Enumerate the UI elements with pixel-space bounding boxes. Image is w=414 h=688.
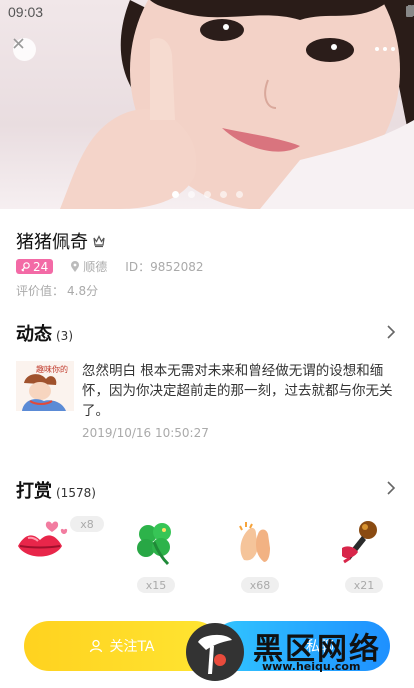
moments-header[interactable]: 动态 (3)	[16, 320, 73, 346]
gift-count: x21	[345, 577, 383, 593]
more-dot	[383, 47, 387, 51]
gift-count: x8	[70, 516, 104, 532]
carousel-dot-2[interactable]	[187, 191, 195, 198]
score-value: 4.8分	[67, 284, 99, 298]
more-options-button[interactable]	[372, 40, 398, 58]
moment-time: 2019/10/16 10:50:27	[82, 426, 209, 440]
carousel-dot-3[interactable]	[203, 191, 211, 198]
moment-thumb-caption: 趣味你的	[36, 364, 68, 374]
location: 顺德	[71, 258, 107, 275]
close-button[interactable]	[13, 38, 36, 61]
profile-photo-carousel[interactable]: 09:03	[0, 0, 414, 209]
microphone-icon	[342, 521, 377, 564]
moment-text[interactable]: 忽然明白 根本无需对未来和曾经做无谓的设想和缅怀，因为你决定超前走的那一刻，过去…	[82, 361, 400, 421]
score-label: 评价值：	[16, 284, 65, 298]
chevron-right-icon[interactable]	[386, 325, 396, 339]
carousel-dot-4[interactable]	[219, 191, 227, 198]
gift-clover[interactable]	[128, 518, 188, 568]
location-pin-icon	[71, 261, 80, 272]
moments-count: (3)	[56, 329, 73, 343]
female-icon	[21, 261, 30, 271]
status-bar-time: 09:03	[8, 4, 44, 20]
profile-name: 猪猪佩奇	[16, 232, 88, 253]
gift-clapping-hands[interactable]	[230, 518, 290, 568]
moments-title: 动态	[16, 324, 52, 345]
crown-icon	[93, 235, 105, 248]
user-id-value: 9852082	[150, 260, 204, 274]
score-row: 评价值： 4.8分	[16, 282, 98, 299]
moment-image: 趣味你的	[16, 361, 74, 411]
profile-photo	[60, 0, 414, 209]
more-dot	[375, 47, 379, 51]
gift-count: x15	[137, 577, 175, 593]
user-id: ID：9852082	[125, 258, 203, 275]
carousel-dot-5[interactable]	[235, 191, 243, 198]
more-dot	[391, 47, 395, 51]
chevron-right-icon[interactable]	[386, 481, 396, 495]
age-badge: 24	[16, 259, 54, 274]
clover-icon	[137, 523, 171, 566]
gift-lips[interactable]	[12, 518, 72, 568]
gifts-title: 打赏	[16, 481, 52, 502]
battery-icon	[406, 5, 413, 17]
user-icon	[90, 639, 103, 653]
follow-label: 关注TA	[109, 639, 155, 655]
watermark-url: www.heiqu.com	[262, 660, 361, 673]
user-id-label: ID：	[125, 260, 151, 274]
moment-thumbnail[interactable]: 趣味你的	[16, 361, 74, 411]
gift-microphone[interactable]	[332, 518, 392, 568]
close-icon	[13, 38, 24, 49]
carousel-indicator	[0, 191, 414, 198]
gift-count: x68	[241, 577, 279, 593]
clapping-hands-icon	[239, 522, 270, 562]
carousel-dot-1[interactable]	[171, 191, 179, 198]
age-value: 24	[33, 259, 49, 274]
location-text: 顺德	[83, 260, 108, 274]
profile-name-row: 猪猪佩奇	[16, 228, 106, 254]
gifts-count: (1578)	[56, 486, 96, 500]
profile-meta-row: 24 顺德 ID：9852082	[16, 258, 204, 275]
lips-icon	[18, 521, 68, 557]
gifts-header[interactable]: 打赏 (1578)	[16, 477, 96, 503]
